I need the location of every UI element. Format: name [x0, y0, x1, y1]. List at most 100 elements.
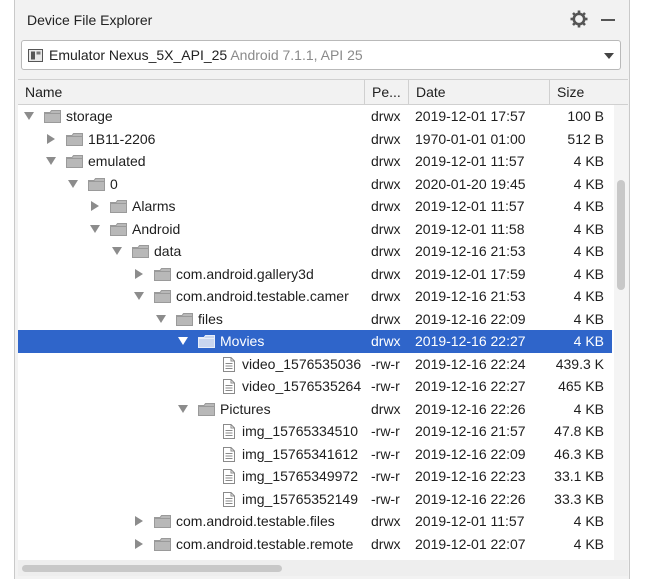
name-cell: Pictures: [18, 398, 364, 421]
folder-icon: [154, 267, 171, 281]
file-icon: [223, 446, 235, 462]
table-row[interactable]: com.android.testable.remote drwx 2019-12-0…: [18, 533, 612, 556]
folder-icon: [110, 222, 127, 236]
file-name: Pictures: [220, 400, 271, 417]
folder-icon: [176, 312, 193, 326]
expand-open-icon[interactable]: [46, 157, 56, 165]
size-cell: 4 KB: [573, 310, 604, 327]
permissions-cell: drwx: [371, 333, 401, 349]
date-cell: 2019-12-16 22:09: [415, 445, 526, 462]
size-cell: 4 KB: [573, 400, 604, 417]
horizontal-scrollbar[interactable]: [18, 560, 628, 576]
table-row[interactable]: files drwx 2019-12-16 22:09 4 KB: [18, 308, 612, 331]
date-cell: 2020-01-20 19:45: [415, 175, 526, 192]
permissions-cell: -rw-r: [371, 355, 400, 372]
name-cell: 0: [18, 173, 364, 196]
table-row[interactable]: img_15765349972 -rw-r 2019-12-16 22:23 33.1…: [18, 465, 612, 488]
folder-icon: [198, 402, 215, 416]
file-icon: [223, 469, 235, 484]
permissions-cell: drwx: [371, 153, 401, 169]
vertical-scrollbar[interactable]: [614, 105, 628, 560]
vertical-scroll-thumb[interactable]: [617, 180, 625, 290]
permissions-cell: drwx: [371, 198, 401, 214]
table-row[interactable]: img_15765341612 -rw-r 2019-12-16 22:09 46.3…: [18, 443, 612, 466]
table-row[interactable]: Pictures drwx 2019-12-16 22:26 4 KB: [18, 398, 612, 421]
horizontal-scroll-thumb[interactable]: [22, 565, 282, 572]
name-cell: 1B11-2206: [18, 128, 364, 151]
table-row[interactable]: Movies drwx 2019-12-16 22:27 4 KB: [18, 330, 612, 353]
folder-icon: [154, 290, 171, 303]
column-header-size[interactable]: Size: [549, 80, 612, 104]
table-row[interactable]: data drwx 2019-12-16 21:53 4 KB: [18, 240, 612, 263]
table-row[interactable]: com.android.testable.camer drwx 2019-12-16…: [18, 285, 612, 308]
name-cell: storage: [18, 105, 364, 128]
name-cell: img_15765341612: [18, 443, 364, 466]
size-cell: 33.3 KB: [554, 490, 604, 507]
expand-closed-icon[interactable]: [91, 201, 99, 211]
expand-open-icon[interactable]: [178, 404, 188, 413]
size-cell: 4 KB: [573, 535, 604, 552]
name-cell: emulated: [18, 150, 364, 173]
folder-icon: [110, 200, 127, 213]
date-cell: 2019-12-01 11:57: [415, 198, 525, 214]
table-row[interactable]: 0 drwx 2020-01-20 19:45 4 KB: [18, 173, 612, 196]
device-file-explorer-panel: Device File Explorer Emulator Nexus_5X_A…: [14, 0, 630, 579]
table-row[interactable]: Alarms drwx 2019-12-01 11:57 4 KB: [18, 195, 612, 218]
size-cell: 47.8 KB: [554, 423, 604, 439]
column-header-permissions[interactable]: Pe...: [364, 80, 408, 104]
folder-icon: [44, 110, 61, 123]
device-selector[interactable]: Emulator Nexus_5X_API_25 Android 7.1.1, …: [21, 40, 621, 70]
table-row[interactable]: 1B11-2206 drwx 1970-01-01 01:00 512 B: [18, 128, 612, 151]
expand-open-icon[interactable]: [156, 314, 166, 323]
file-name: Alarms: [132, 198, 176, 214]
expand-closed-icon[interactable]: [135, 268, 143, 279]
device-bar: Emulator Nexus_5X_API_25 Android 7.1.1, …: [15, 38, 629, 74]
column-header-name[interactable]: Name: [18, 80, 364, 104]
table-row[interactable]: Android drwx 2019-12-01 11:58 4 KB: [18, 218, 612, 241]
file-name: img_15765349972: [242, 468, 358, 484]
file-name: storage: [66, 108, 113, 124]
expand-open-icon[interactable]: [178, 337, 188, 345]
permissions-cell: drwx: [371, 400, 401, 417]
table-row[interactable]: storage drwx 2019-12-01 17:57 100 B: [18, 105, 612, 128]
folder-icon: [154, 515, 171, 528]
file-name: Android: [132, 220, 181, 237]
expand-open-icon[interactable]: [68, 179, 78, 188]
permissions-cell: -rw-r: [371, 490, 400, 507]
gear-icon[interactable]: [570, 10, 588, 28]
size-cell: 46.3 KB: [554, 445, 604, 462]
permissions-cell: drwx: [371, 513, 401, 529]
date-cell: 2019-12-16 22:24: [415, 355, 526, 372]
file-name: com.android.testable.remote: [176, 535, 354, 552]
file-name: com.android.gallery3d: [176, 265, 314, 282]
panel-title-bar: Device File Explorer: [15, 0, 629, 38]
expand-open-icon[interactable]: [90, 224, 100, 233]
date-cell: 2019-12-01 22:07: [415, 535, 526, 552]
table-row[interactable]: com.android.gallery3d drwx 2019-12-01 17:5…: [18, 263, 612, 286]
table-row[interactable]: video_1576535264 -rw-r 2019-12-16 22:27 465…: [18, 375, 612, 398]
date-cell: 2019-12-16 22:26: [415, 490, 526, 507]
size-cell: 465 KB: [558, 378, 604, 394]
size-cell: 4 KB: [573, 220, 604, 237]
file-tree-rows: storage drwx 2019-12-01 17:57 100 B 1B11-220…: [18, 105, 612, 555]
file-name: video_1576535264: [242, 378, 362, 394]
table-row[interactable]: img_15765334510 -rw-r 2019-12-16 21:57 47.8…: [18, 420, 612, 443]
file-tree-table: Name Pe... Date Size storage drwx 2019-12-…: [18, 79, 628, 560]
expand-closed-icon[interactable]: [135, 516, 143, 526]
folder-icon: [154, 537, 171, 551]
name-cell: Alarms: [18, 195, 364, 218]
minimize-icon[interactable]: [601, 19, 615, 21]
expand-open-icon[interactable]: [112, 247, 122, 255]
column-header-date[interactable]: Date: [408, 80, 549, 104]
table-row[interactable]: video_1576535036 -rw-r 2019-12-16 22:24 439…: [18, 353, 612, 376]
expand-open-icon[interactable]: [134, 292, 144, 300]
folder-icon: [66, 155, 83, 168]
table-row[interactable]: img_15765352149 -rw-r 2019-12-16 22:26 33.3…: [18, 488, 612, 511]
expand-closed-icon[interactable]: [135, 538, 143, 549]
date-cell: 2019-12-16 21:53: [415, 243, 526, 259]
chevron-down-icon[interactable]: [604, 53, 614, 59]
table-row[interactable]: emulated drwx 2019-12-01 11:57 4 KB: [18, 150, 612, 173]
expand-closed-icon[interactable]: [47, 133, 55, 144]
table-row[interactable]: com.android.testable.files drwx 2019-12-01…: [18, 510, 612, 533]
expand-open-icon[interactable]: [24, 112, 34, 120]
